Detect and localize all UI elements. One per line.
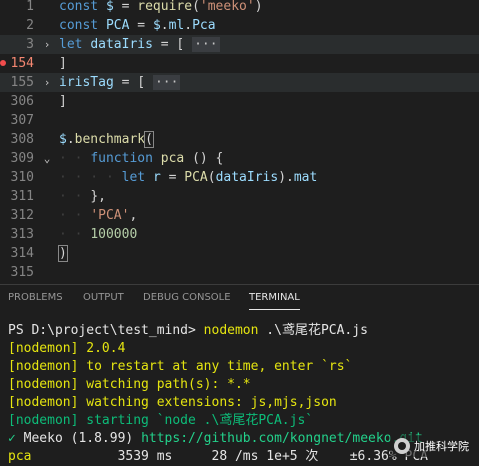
code-line[interactable]: 314) bbox=[0, 244, 479, 263]
terminal-line: [nodemon] starting `node .\鸢尾花PCA.js` bbox=[8, 413, 314, 428]
code-line[interactable]: 310 · · · · let r = PCA(dataIris).mat bbox=[0, 168, 479, 187]
line-number: 311 bbox=[10, 189, 34, 204]
fold-collapsed-chevron-icon[interactable]: › bbox=[40, 73, 54, 92]
watermark: 加推科学院 bbox=[390, 435, 473, 457]
line-number: 307 bbox=[10, 113, 34, 128]
line-number: 309 bbox=[10, 151, 34, 166]
code-text: · · 100000 bbox=[59, 227, 138, 242]
code-text: · · function pca () { bbox=[59, 151, 224, 166]
line-number: 1 bbox=[26, 0, 34, 14]
code-text: ) bbox=[58, 245, 68, 262]
code-line[interactable]: 312 · · 'PCA', bbox=[0, 206, 479, 225]
code-text: irisTag = [ ··· bbox=[59, 75, 181, 90]
tab-debug-console[interactable]: DEBUG CONSOLE bbox=[143, 292, 231, 303]
terminal-line: [nodemon] 2.0.4 bbox=[8, 341, 126, 356]
tab-problems[interactable]: PROBLEMS bbox=[8, 292, 63, 303]
line-number: 3 bbox=[26, 37, 34, 52]
code-line[interactable]: 154] bbox=[0, 54, 479, 73]
code-line[interactable]: 3 › let dataIris = [ ··· bbox=[0, 35, 479, 54]
code-text: ] bbox=[59, 56, 67, 71]
code-line[interactable]: 1 const $ = require('meeko') bbox=[0, 0, 479, 16]
code-text: · · · · let r = PCA(dataIris).mat bbox=[59, 170, 318, 185]
code-line[interactable]: 308 $.benchmark( bbox=[0, 130, 479, 149]
code-line[interactable]: 313 · · 100000 bbox=[0, 225, 479, 244]
line-number: 154 bbox=[10, 56, 34, 71]
code-line[interactable]: 311 · · }, bbox=[0, 187, 479, 206]
code-text: · · 'PCA', bbox=[59, 208, 138, 223]
line-number: 310 bbox=[10, 170, 34, 185]
terminal-line: PS D:\project\test_mind> nodemon .\鸢尾花PC… bbox=[8, 323, 368, 338]
code-line[interactable]: 155 › irisTag = [ ··· bbox=[0, 73, 479, 92]
line-number: 314 bbox=[10, 246, 34, 261]
terminal-line: pca 3539 ms 28 /ms 1e+5 次 ±6.36% PCA bbox=[8, 449, 428, 464]
terminal-line: [nodemon] to restart at any time, enter … bbox=[8, 359, 353, 374]
line-number: 308 bbox=[10, 132, 34, 147]
code-editor[interactable]: 1 const $ = require('meeko') 2 const PCA = … bbox=[0, 0, 479, 280]
code-line[interactable]: 315 bbox=[0, 263, 479, 280]
terminal-line: [nodemon] watching extensions: js,mjs,js… bbox=[8, 395, 337, 410]
code-text: · · }, bbox=[59, 189, 106, 204]
code-text: const PCA = $.ml.Pca bbox=[59, 18, 216, 33]
line-number: 312 bbox=[10, 208, 34, 223]
code-text: let dataIris = [ ··· bbox=[59, 37, 220, 52]
fold-expanded-chevron-icon[interactable]: ⌄ bbox=[40, 149, 54, 168]
code-text: ] bbox=[59, 94, 67, 109]
line-number: 313 bbox=[10, 227, 34, 242]
fold-collapsed-chevron-icon[interactable]: › bbox=[40, 35, 54, 54]
code-line[interactable]: 2 const PCA = $.ml.Pca bbox=[0, 16, 479, 35]
terminal-line: ✓ Meeko (1.8.99) https://github.com/kong… bbox=[8, 431, 423, 446]
code-text: const $ = require('meeko') bbox=[59, 0, 263, 14]
code-line[interactable]: 306] bbox=[0, 92, 479, 111]
terminal-line: [nodemon] watching path(s): *.* bbox=[8, 377, 251, 392]
watermark-logo-icon bbox=[394, 438, 410, 454]
code-line[interactable]: 309 ⌄ · · function pca () { bbox=[0, 149, 479, 168]
tab-output[interactable]: OUTPUT bbox=[83, 292, 124, 303]
watermark-text: 加推科学院 bbox=[414, 440, 469, 453]
panel-tab-bar: PROBLEMS OUTPUT DEBUG CONSOLE TERMINAL bbox=[0, 284, 479, 313]
line-number: 315 bbox=[10, 265, 34, 280]
code-text: $.benchmark( bbox=[59, 131, 154, 148]
line-number: 155 bbox=[10, 75, 34, 90]
line-number: 2 bbox=[26, 18, 34, 33]
code-line[interactable]: 307 bbox=[0, 111, 479, 130]
line-number: 306 bbox=[10, 94, 34, 109]
tab-terminal[interactable]: TERMINAL bbox=[249, 292, 300, 310]
